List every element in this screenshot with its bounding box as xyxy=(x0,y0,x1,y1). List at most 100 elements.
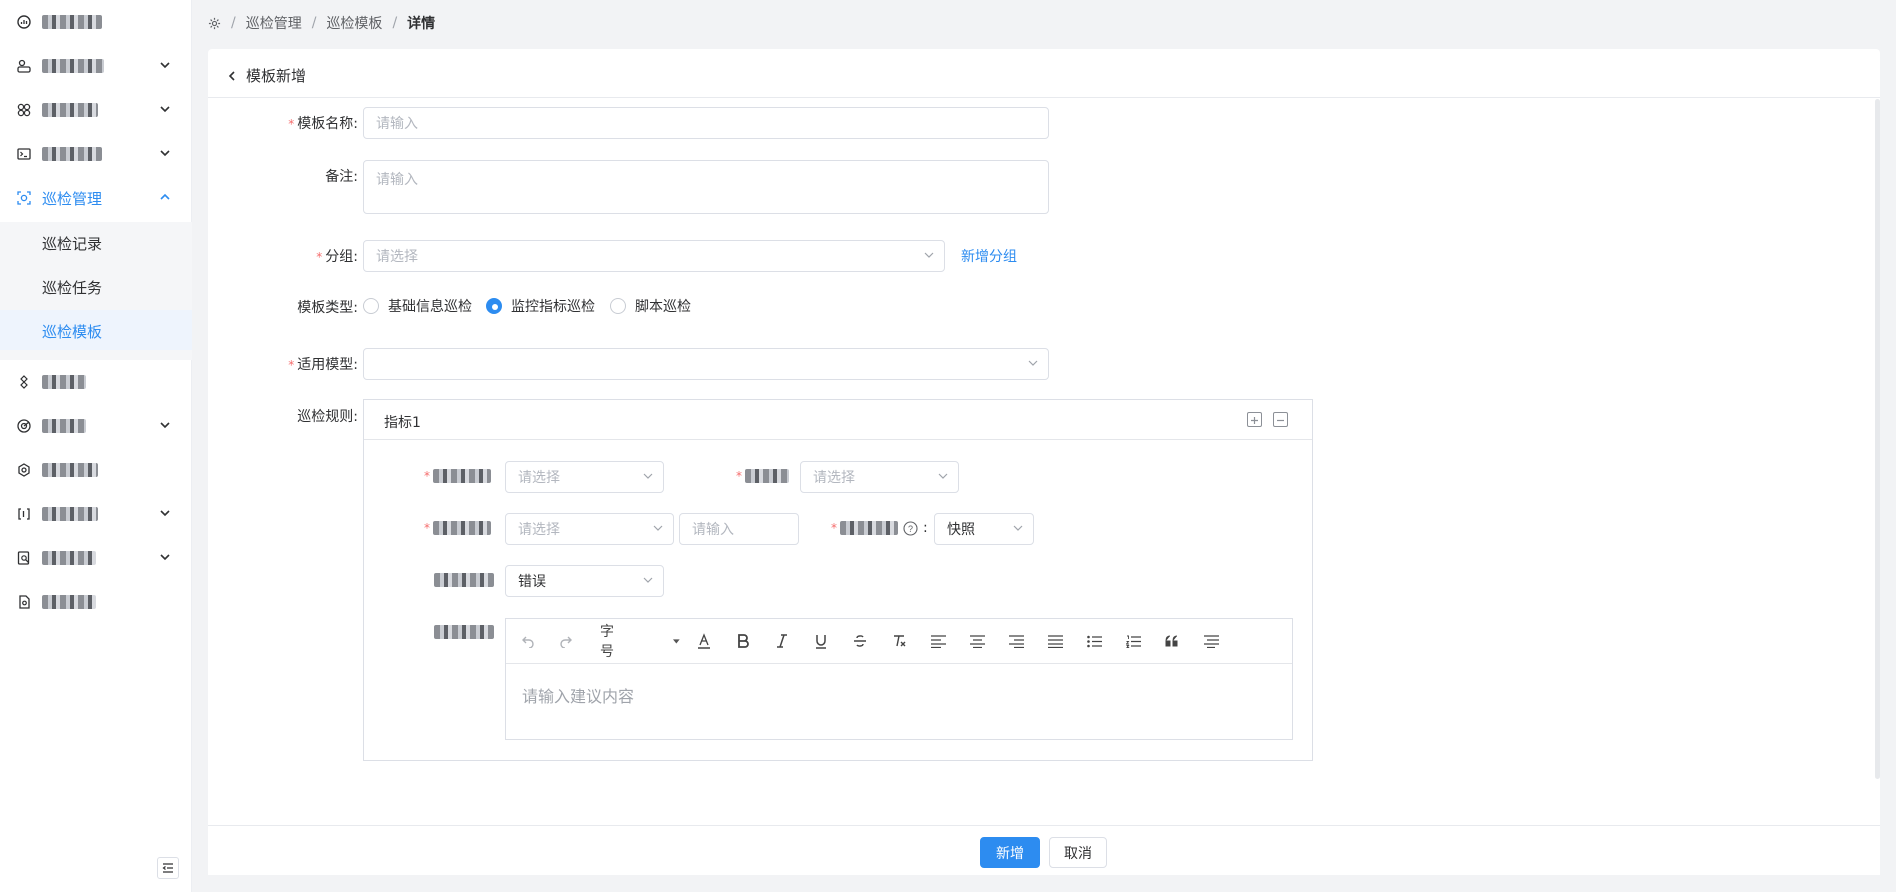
submenu-item-tasks[interactable]: 巡检任务 xyxy=(0,266,192,306)
submenu-item-templates[interactable]: 巡检模板 xyxy=(0,310,192,350)
template-name-input[interactable]: 请输入 xyxy=(363,107,1049,139)
chevron-down-icon xyxy=(643,577,653,583)
group-label: * 分组: xyxy=(316,249,358,265)
breadcrumb-current: 详情 xyxy=(407,16,436,32)
strikethrough-icon[interactable] xyxy=(850,631,870,651)
advice-editor-placeholder: 请输入建议内容 xyxy=(522,687,635,706)
sidebar-item-settings[interactable] xyxy=(0,448,192,492)
undo-icon[interactable] xyxy=(518,631,538,651)
sidebar-item-label xyxy=(42,592,96,612)
italic-icon[interactable] xyxy=(772,631,792,651)
method-select[interactable]: 快照 xyxy=(934,513,1034,545)
sidebar-item-users[interactable] xyxy=(0,44,192,88)
breadcrumb-item[interactable]: 巡检管理 xyxy=(246,13,302,33)
level-select[interactable]: 错误 xyxy=(505,565,664,597)
cluster-icon xyxy=(16,102,32,118)
sidebar: 巡检管理 巡检记录 巡检任务 巡检模板 xyxy=(0,0,192,892)
align-justify-icon[interactable] xyxy=(1045,631,1065,651)
sidebar-item-label xyxy=(42,416,86,436)
sidebar-item-label xyxy=(42,372,86,392)
font-color-icon[interactable] xyxy=(694,631,714,651)
radar-icon xyxy=(16,418,32,434)
condition-select[interactable]: 请选择 xyxy=(800,461,959,493)
breadcrumb: / 巡检管理 / 巡检模板 / 详情 xyxy=(208,14,435,32)
method-label: * ?: xyxy=(831,520,928,536)
cancel-button[interactable]: 取消 xyxy=(1049,837,1107,868)
scrollbar[interactable] xyxy=(1875,99,1880,779)
sidebar-item-label xyxy=(42,12,102,32)
form-footer: 新增 取消 xyxy=(208,825,1880,875)
remark-textarea[interactable]: 请输入 xyxy=(363,160,1049,214)
collapse-rule-button[interactable] xyxy=(1273,412,1288,427)
threshold-operator-select[interactable]: 请选择 xyxy=(505,513,674,545)
indicator-select[interactable]: 请选择 xyxy=(505,461,664,493)
threshold-value-input[interactable]: 请输入 xyxy=(679,513,799,545)
rules-label: 巡检规则: xyxy=(297,409,358,425)
underline-icon[interactable] xyxy=(811,631,831,651)
sidebar-collapse-button[interactable] xyxy=(157,857,179,879)
advice-rich-editor[interactable]: 字号 请输入建议内容 xyxy=(505,618,1293,740)
gear-icon[interactable] xyxy=(208,17,221,30)
back-button[interactable]: 模板新增 xyxy=(226,65,306,86)
sidebar-item-label xyxy=(42,460,98,480)
network-icon xyxy=(16,374,32,390)
chevron-down-icon xyxy=(1013,525,1023,531)
caret-down-icon xyxy=(673,639,680,644)
chevron-down-icon xyxy=(160,150,170,157)
bold-icon[interactable] xyxy=(733,631,753,651)
advice-label xyxy=(434,624,494,640)
inspection-icon xyxy=(16,190,32,206)
chevron-down-icon xyxy=(1028,360,1038,366)
chevron-down-icon xyxy=(160,422,170,429)
type-label: 模板类型: xyxy=(297,300,358,316)
chevron-down-icon xyxy=(160,62,170,69)
chevron-up-icon xyxy=(160,193,170,200)
group-select[interactable]: 请选择 xyxy=(363,240,945,272)
font-size-dropdown[interactable]: 字号 xyxy=(600,624,680,660)
align-center-icon[interactable] xyxy=(967,631,987,651)
bullet-list-icon[interactable] xyxy=(1084,631,1104,651)
chevron-left-icon xyxy=(228,70,235,81)
sidebar-item-report[interactable] xyxy=(0,536,192,580)
submit-button[interactable]: 新增 xyxy=(980,837,1040,868)
threshold-label: * xyxy=(424,520,491,536)
help-icon[interactable]: ? xyxy=(903,520,918,536)
brackets-icon xyxy=(16,506,32,522)
sidebar-item-document[interactable] xyxy=(0,580,192,624)
sidebar-item-radar[interactable] xyxy=(0,404,192,448)
indent-icon[interactable] xyxy=(1201,631,1221,651)
report-icon xyxy=(16,550,32,566)
radio-script[interactable]: 脚本巡检 xyxy=(610,296,691,316)
add-group-link[interactable]: 新增分组 xyxy=(961,246,1017,266)
sidebar-item-dashboard[interactable] xyxy=(0,0,192,44)
sidebar-item-label xyxy=(42,548,96,568)
submenu-item-records[interactable]: 巡检记录 xyxy=(0,222,192,262)
quote-icon[interactable] xyxy=(1162,631,1182,651)
rule-panel: 指标1 * 请选择 * 请选择 * 请选择 请输入 * ?: 快照 错误 字号 … xyxy=(363,399,1313,761)
chevron-down-icon xyxy=(160,554,170,561)
editor-toolbar: 字号 xyxy=(506,619,1292,664)
terminal-icon xyxy=(16,146,32,162)
sidebar-item-label: 巡检管理 xyxy=(42,189,103,208)
chevron-down-icon xyxy=(938,473,948,479)
numbered-list-icon[interactable] xyxy=(1123,631,1143,651)
redo-icon[interactable] xyxy=(556,631,576,651)
sidebar-item-network[interactable] xyxy=(0,360,192,404)
clear-format-icon[interactable] xyxy=(889,631,909,651)
model-select[interactable] xyxy=(363,348,1049,380)
radio-basic-info[interactable]: 基础信息巡检 xyxy=(363,296,472,316)
breadcrumb-item[interactable]: 巡检模板 xyxy=(326,13,382,33)
svg-text:?: ? xyxy=(908,524,913,534)
sidebar-item-inspection[interactable]: 巡检管理 xyxy=(0,176,192,220)
expand-rule-button[interactable] xyxy=(1247,412,1262,427)
sidebar-item-brackets[interactable] xyxy=(0,492,192,536)
chevron-down-icon xyxy=(643,473,653,479)
sidebar-item-terminal[interactable] xyxy=(0,132,192,176)
sidebar-item-cluster[interactable] xyxy=(0,88,192,132)
inspection-submenu: 巡检记录 巡检任务 巡检模板 xyxy=(0,222,192,360)
align-left-icon[interactable] xyxy=(928,631,948,651)
align-right-icon[interactable] xyxy=(1006,631,1026,651)
document-icon xyxy=(16,594,32,610)
card-header: 模板新增 xyxy=(208,49,1880,98)
radio-monitor-metric[interactable]: 监控指标巡检 xyxy=(486,296,595,316)
